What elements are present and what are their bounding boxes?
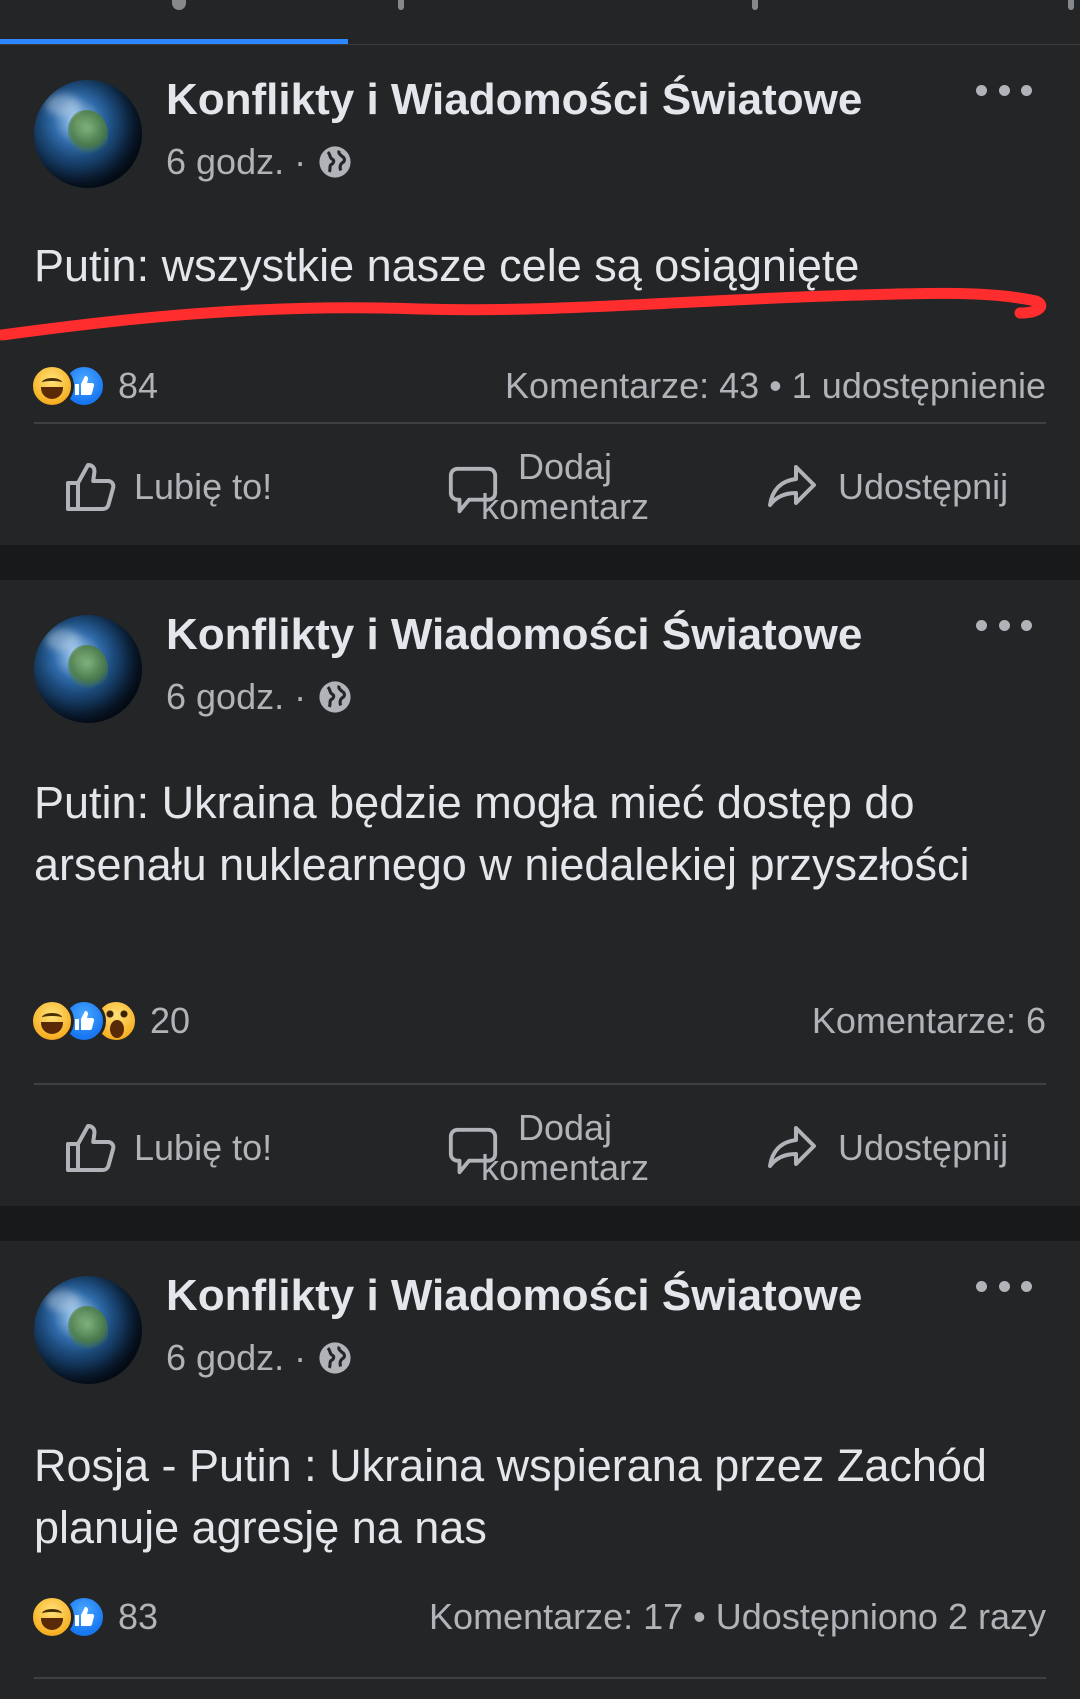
comment-button[interactable]: Dodaj komentarz [446, 437, 706, 537]
share-button-label: Udostępnij [838, 466, 1009, 507]
divider [34, 1677, 1046, 1679]
page-avatar[interactable] [34, 1276, 142, 1384]
post-meta: 6 godz. · [166, 141, 352, 183]
post-stats: 83 Komentarze: 17 • Udostępniono 2 razy [30, 1592, 1046, 1642]
feed-post: Konflikty i Wiadomości Światowe 6 godz. … [0, 45, 1080, 545]
page-name[interactable]: Konflikty i Wiadomości Światowe [166, 1271, 862, 1321]
tab-icon-fragment[interactable] [1068, 0, 1074, 10]
reaction-count: 83 [118, 1596, 159, 1637]
post-text[interactable]: Putin: Ukraina będzie mogła mieć dostęp … [34, 772, 1044, 896]
comment-button[interactable]: Dodaj komentarz [446, 1098, 706, 1198]
tab-icon-fragment[interactable] [752, 0, 758, 10]
feed-gap [0, 1206, 1080, 1241]
more-options-icon [976, 619, 987, 631]
divider [34, 422, 1046, 424]
thumbs-up-icon [66, 463, 116, 511]
post-time[interactable]: 6 godz. [166, 676, 284, 718]
tab-icon-fragment[interactable] [172, 0, 186, 10]
post-text[interactable]: Putin: wszystkie nasze cele są osiągnięt… [34, 235, 1044, 297]
post-stats: 84 Komentarze: 43 • 1 udostępnienie [30, 361, 1046, 411]
more-options-icon [976, 1280, 987, 1292]
globe-icon [319, 1342, 351, 1374]
reaction-count: 84 [118, 365, 159, 406]
comments-shares-count[interactable]: Komentarze: 17 • Udostępniono 2 razy [429, 1592, 1046, 1642]
like-button[interactable]: Lubię to! [62, 1098, 272, 1198]
reactions-summary[interactable]: 83 [30, 1592, 158, 1642]
active-tab-indicator [0, 39, 348, 44]
page-name[interactable]: Konflikty i Wiadomości Światowe [166, 610, 862, 660]
tab-icon-fragment[interactable] [398, 0, 404, 10]
share-button-label: Udostępnij [838, 1127, 1009, 1168]
reactions-summary[interactable]: 84 [30, 361, 158, 411]
feed-post: Konflikty i Wiadomości Światowe 6 godz. … [0, 1241, 1080, 1699]
comment-button-label: Dodaj komentarz [480, 1107, 650, 1188]
more-options-button[interactable] [976, 1271, 1032, 1301]
divider [34, 1083, 1046, 1085]
feed-post: Konflikty i Wiadomości Światowe 6 godz. … [0, 580, 1080, 1206]
share-arrow-icon [768, 1126, 816, 1168]
post-time[interactable]: 6 godz. [166, 141, 284, 183]
feed-gap [0, 545, 1080, 580]
more-options-icon [976, 84, 987, 96]
meta-separator: · [294, 676, 307, 717]
thumbs-up-icon [66, 1124, 116, 1172]
post-actions: Lubię to! Dodaj komentarz Udostępnij [0, 1098, 1080, 1198]
post-meta: 6 godz. · [166, 676, 352, 718]
meta-separator: · [294, 1337, 307, 1378]
post-time[interactable]: 6 godz. [166, 1337, 284, 1379]
share-button[interactable]: Udostępnij [764, 1098, 1008, 1198]
haha-reaction-icon [30, 1595, 74, 1639]
reaction-count: 20 [150, 1000, 191, 1041]
haha-reaction-icon [30, 999, 74, 1043]
page-avatar[interactable] [34, 80, 142, 188]
more-options-button[interactable] [976, 610, 1032, 640]
reactions-summary[interactable]: 20 [30, 996, 190, 1046]
post-text[interactable]: Rosja - Putin : Ukraina wspierana przez … [34, 1435, 1044, 1559]
like-button-label: Lubię to! [134, 466, 273, 507]
meta-separator: · [294, 141, 307, 182]
share-button[interactable]: Udostępnij [764, 437, 1008, 537]
comments-count[interactable]: Komentarze: 6 [812, 996, 1046, 1046]
post-meta: 6 godz. · [166, 1337, 352, 1379]
top-tab-bar [0, 0, 1080, 45]
haha-reaction-icon [30, 364, 74, 408]
post-stats: 20 Komentarze: 6 [30, 996, 1046, 1046]
comments-shares-count[interactable]: Komentarze: 43 • 1 udostępnienie [505, 361, 1046, 411]
page-name[interactable]: Konflikty i Wiadomości Światowe [166, 75, 862, 125]
share-arrow-icon [768, 465, 816, 507]
post-actions: Lubię to! Dodaj komentarz Udostępnij [0, 437, 1080, 537]
globe-icon [319, 681, 351, 713]
more-options-button[interactable] [976, 75, 1032, 105]
page-avatar[interactable] [34, 615, 142, 723]
like-button[interactable]: Lubię to! [62, 437, 272, 537]
like-button-label: Lubię to! [134, 1127, 273, 1168]
globe-icon [319, 146, 351, 178]
comment-button-label: Dodaj komentarz [480, 446, 650, 527]
